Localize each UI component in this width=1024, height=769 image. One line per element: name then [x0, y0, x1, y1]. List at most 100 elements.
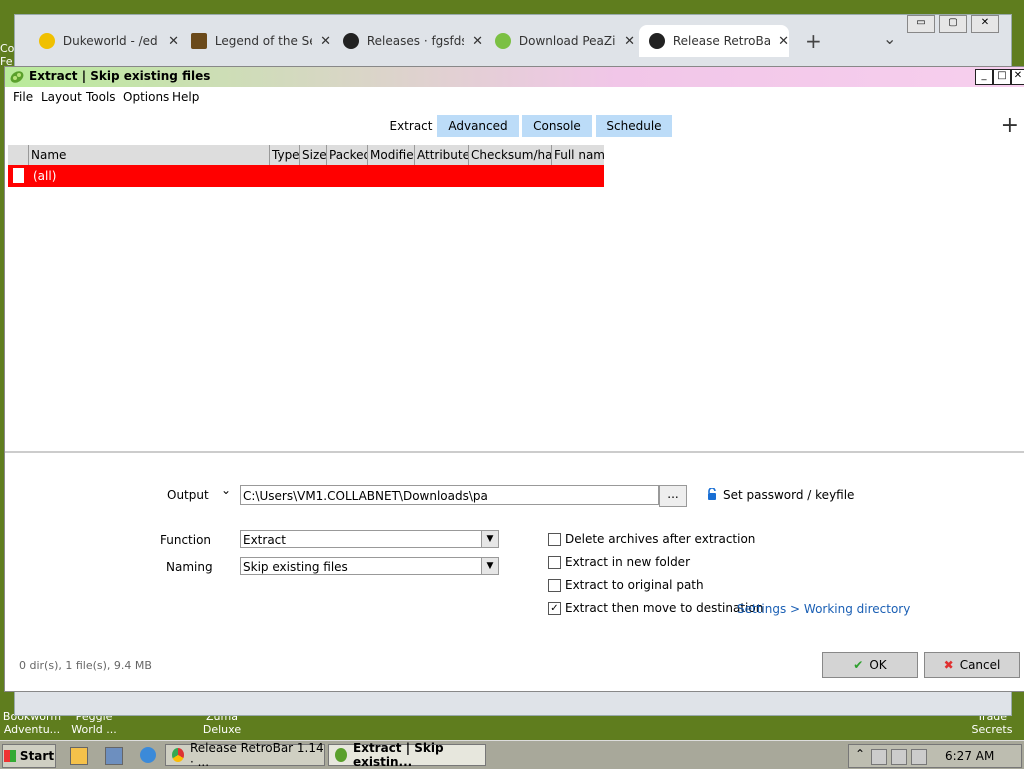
extract-dialog: Extract | Skip existing files _ □ ✕ File… — [4, 66, 1024, 692]
column-header-packed[interactable]: Packed — [326, 145, 367, 165]
start-label: Start — [19, 749, 55, 763]
naming-value: Skip existing files — [243, 560, 348, 574]
menu-layout[interactable]: Layout — [41, 90, 82, 104]
browser-tab-active[interactable]: Release RetroBar ✕ — [639, 25, 789, 57]
naming-label: Naming — [166, 560, 213, 574]
menu-help[interactable]: Help — [172, 90, 199, 104]
taskbar: Start Release RetroBar 1.14 · ... Extrac… — [0, 740, 1024, 769]
taskbar-item-extract[interactable]: Extract | Skip existin... — [328, 741, 486, 769]
start-button[interactable]: Start — [2, 744, 56, 768]
tray-network-icon[interactable] — [871, 749, 887, 765]
checkbox-move-to-destination[interactable]: ✓ — [548, 602, 561, 615]
tray-monitor-icon[interactable] — [891, 749, 907, 765]
output-path-field[interactable]: C:\Users\VM1.COLLABNET\Downloads\pa — [240, 485, 659, 505]
browser-tab[interactable]: Download PeaZip ✕ — [485, 25, 635, 57]
check-icon: ✔ — [853, 658, 864, 672]
checkbox-delete-archives[interactable] — [548, 533, 561, 546]
chrome-icon — [172, 748, 184, 762]
browser-tab[interactable]: Dukeworld - /ed ✕ — [29, 25, 179, 57]
browser-tab-title: Releases · fgsfds — [366, 34, 465, 48]
column-header-size[interactable]: Size — [299, 145, 326, 165]
checkbox-new-folder[interactable] — [548, 556, 561, 569]
peazip-icon — [495, 33, 511, 49]
menu-tools[interactable]: Tools — [86, 90, 116, 104]
maximize-button[interactable]: ▢ — [939, 15, 967, 33]
system-tray: ⌃ 6:27 AM — [848, 744, 1022, 768]
close-icon[interactable]: ✕ — [320, 34, 331, 49]
close-icon[interactable]: ✕ — [624, 34, 635, 49]
function-value: Extract — [243, 533, 286, 547]
quicklaunch-media-icon[interactable] — [70, 747, 88, 765]
column-header-attributes[interactable]: Attributes — [414, 145, 468, 165]
status-text: 0 dir(s), 1 file(s), 9.4 MB — [19, 659, 152, 672]
tab-schedule[interactable]: Schedule — [596, 115, 672, 137]
menu-file[interactable]: File — [13, 90, 33, 104]
column-header-name[interactable]: Name — [28, 145, 269, 165]
game-icon — [191, 33, 207, 49]
quicklaunch-explorer-icon[interactable] — [105, 747, 123, 765]
tab-advanced[interactable]: Advanced — [437, 115, 519, 137]
browse-button[interactable]: ... — [659, 485, 687, 507]
checkbox-label: Extract then move to destination — [565, 601, 764, 615]
browser-window-controls: ▭ ▢ ✕ — [907, 15, 999, 33]
lock-icon[interactable] — [707, 487, 717, 500]
maximize-button[interactable]: □ — [993, 69, 1011, 85]
panel-splitter[interactable] — [5, 451, 1024, 453]
clock[interactable]: 6:27 AM — [945, 749, 994, 763]
close-button[interactable]: ✕ — [1011, 69, 1024, 85]
checkbox-label: Delete archives after extraction — [565, 532, 756, 546]
function-select[interactable]: Extract ▼ — [240, 530, 499, 548]
column-header-modified[interactable]: Modified — [367, 145, 414, 165]
github-icon — [343, 33, 359, 49]
browser-tab-title: Legend of the Se — [214, 34, 313, 48]
quicklaunch-ie-icon[interactable] — [140, 747, 156, 763]
tab-console[interactable]: Console — [522, 115, 592, 137]
cancel-label: Cancel — [959, 658, 1001, 672]
browser-tab[interactable]: Releases · fgsfds ✕ — [333, 25, 483, 57]
minimize-button[interactable]: _ — [975, 69, 993, 85]
column-header[interactable] — [8, 145, 28, 165]
tab-dropdown-button[interactable]: ⌄ — [883, 29, 896, 48]
checkbox-original-path[interactable] — [548, 579, 561, 592]
set-password-link[interactable]: Set password / keyfile — [723, 488, 854, 502]
menu-options[interactable]: Options — [123, 90, 169, 104]
taskbar-item-browser[interactable]: Release RetroBar 1.14 · ... — [165, 741, 325, 769]
cancel-button[interactable]: ✖ Cancel — [924, 652, 1020, 678]
settings-working-directory-link[interactable]: Settings > Working directory — [737, 602, 910, 616]
dialog-title: Extract | Skip existing files — [29, 69, 211, 83]
new-tab-button[interactable]: + — [805, 29, 822, 53]
dropdown-arrow-icon[interactable]: ▼ — [481, 558, 498, 574]
browser-tab[interactable]: Legend of the Se ✕ — [181, 25, 331, 57]
dropdown-arrow-icon[interactable]: ▼ — [481, 531, 498, 547]
taskbar-item-label: Extract | Skip existin... — [353, 741, 444, 769]
minimize-button[interactable]: ▭ — [907, 15, 935, 33]
checkbox-label: Extract to original path — [565, 578, 704, 592]
table-row[interactable]: (all) — [8, 165, 604, 187]
column-header-full-name[interactable]: Full name — [551, 145, 604, 165]
column-header-type[interactable]: Type — [269, 145, 299, 165]
chevron-down-icon[interactable]: ⌄ — [221, 483, 231, 497]
close-icon[interactable]: ✕ — [778, 34, 789, 49]
file-list-header: Name Type Size Packed Modified Attribute… — [8, 145, 604, 165]
column-header-checksum[interactable]: Checksum/hash — [468, 145, 551, 165]
close-icon[interactable]: ✕ — [472, 34, 483, 49]
browser-tab-title: Release RetroBar — [672, 34, 771, 48]
add-icon[interactable]: + — [1001, 113, 1019, 138]
ok-button[interactable]: ✔ OK — [822, 652, 918, 678]
file-icon — [13, 168, 24, 183]
naming-select[interactable]: Skip existing files ▼ — [240, 557, 499, 575]
browser-tab-title: Download PeaZip — [518, 34, 617, 48]
dialog-titlebar[interactable]: Extract | Skip existing files _ □ ✕ — [5, 67, 1024, 87]
output-label: Output — [167, 488, 209, 502]
tray-expand-icon[interactable]: ⌃ — [855, 747, 865, 761]
close-icon[interactable]: ✕ — [168, 34, 179, 49]
ok-label: OK — [869, 658, 887, 672]
peazip-icon — [10, 71, 24, 83]
peazip-icon — [335, 748, 347, 762]
taskbar-item-label: Release RetroBar 1.14 · ... — [189, 741, 324, 769]
close-button[interactable]: ✕ — [971, 15, 999, 33]
menu-bar: File Layout Tools Options Help — [5, 87, 1024, 107]
radiation-icon — [39, 33, 55, 49]
windows-logo-icon — [3, 750, 16, 762]
tray-volume-icon[interactable] — [911, 749, 927, 765]
